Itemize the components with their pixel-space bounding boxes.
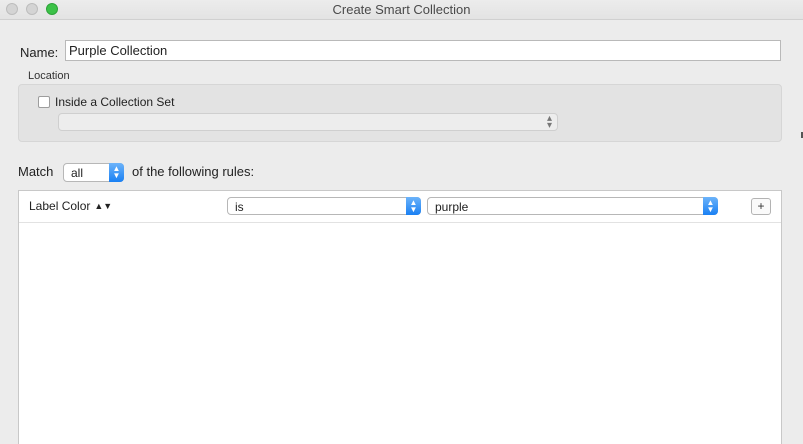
window-title: Create Smart Collection	[332, 2, 471, 17]
add-rule-button[interactable]: +	[751, 198, 771, 215]
dialog-window: Create Smart Collection Name: Location I…	[0, 0, 803, 444]
rule-operator-popup[interactable]: is ▲ ▼	[227, 197, 421, 215]
chevron-updown-icon: ▲ ▼	[109, 163, 124, 182]
match-mode-popup[interactable]: all ▲ ▼	[63, 163, 124, 182]
name-label: Name:	[20, 45, 59, 60]
rule-field-popup[interactable]: Label Color ▲▼	[29, 199, 112, 213]
inside-collection-set-checkbox[interactable]	[38, 96, 50, 108]
match-label: Match	[18, 164, 54, 179]
inside-collection-set-label[interactable]: Inside a Collection Set	[55, 95, 174, 109]
match-mode-value: all	[71, 166, 84, 180]
rules-list	[18, 190, 782, 444]
title-bar: Create Smart Collection	[0, 0, 803, 20]
chevron-updown-icon: ▲ ▼	[703, 197, 718, 215]
collection-name-input[interactable]	[65, 40, 781, 61]
following-rules-label: of the following rules:	[132, 164, 255, 179]
chevron-updown-icon: ▴ ▾	[546, 113, 552, 131]
updown-arrows-icon: ▲▼	[94, 201, 113, 211]
rule-field-value: Label Color	[29, 199, 91, 213]
rule-value-popup[interactable]: purple ▲ ▼	[427, 197, 718, 215]
rule-value-value: purple	[435, 200, 469, 214]
collection-set-select: ▴ ▾	[58, 113, 558, 131]
rule-operator-value: is	[235, 200, 244, 214]
location-legend: Location	[28, 70, 70, 82]
chevron-updown-icon: ▲ ▼	[406, 197, 421, 215]
